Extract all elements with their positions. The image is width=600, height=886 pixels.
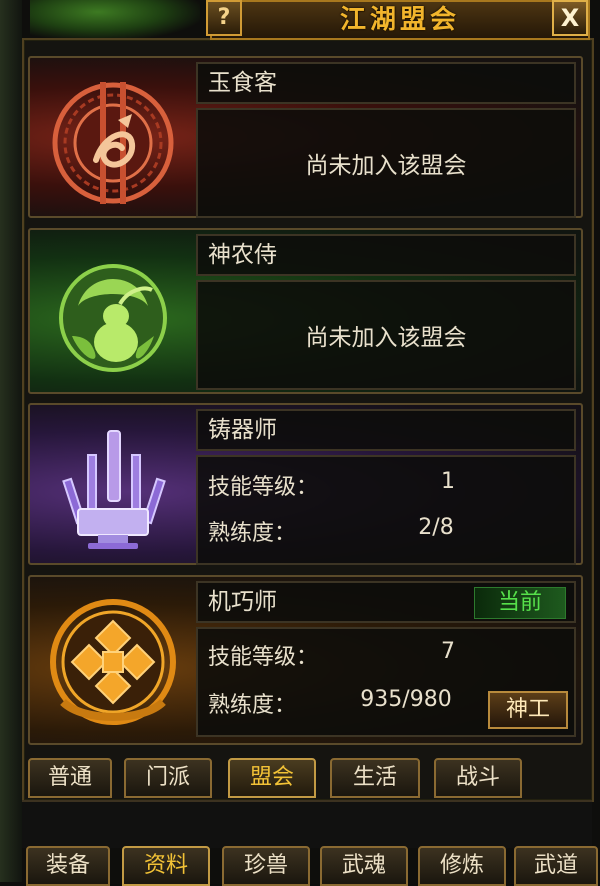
proficiency-label: 熟练度： <box>208 693 297 718</box>
tab-zhandou[interactable]: 战斗 <box>434 758 522 798</box>
guild-name-box: 机巧师 当前 <box>196 581 576 623</box>
tab-ziliao[interactable]: 资料 <box>122 846 210 886</box>
guild-card-zhuqishi[interactable]: 铸器师 技能等级： 1 熟练度： 2/8 <box>28 403 583 565</box>
guild-card-yushike[interactable]: 玉食客 尚未加入该盟会 <box>28 56 583 218</box>
current-guild-badge: 当前 <box>474 587 566 619</box>
guild-card-shennongshi[interactable]: 神农侍 尚未加入该盟会 <box>28 228 583 394</box>
tab-menghui[interactable]: 盟会 <box>228 758 316 798</box>
background-left-panel <box>0 0 22 882</box>
guild-info-box: 技能等级： 1 熟练度： 2/8 <box>196 455 576 565</box>
forge-weapons-emblem-icon <box>34 411 192 569</box>
guild-info-box: 技能等级： 7 熟练度： 935/980 神工 <box>196 627 576 737</box>
proficiency-value: 935/980 <box>360 687 452 712</box>
guild-name: 机巧师 <box>208 589 277 615</box>
skill-level-value: 7 <box>441 639 455 664</box>
guild-name-box: 神农侍 <box>196 234 576 276</box>
window-title: 江湖盟会 <box>339 5 460 35</box>
tab-strip-separator <box>22 800 592 848</box>
not-joined-text: 尚未加入该盟会 <box>305 325 467 351</box>
mechanism-gear-emblem-icon <box>34 583 192 741</box>
proficiency-label: 熟练度： <box>208 521 297 546</box>
skill-level-label: 技能等级： <box>208 645 319 670</box>
tab-zhenshou[interactable]: 珍兽 <box>222 846 310 886</box>
guild-name: 玉食客 <box>208 70 277 96</box>
tab-wuhun[interactable]: 武魂 <box>320 846 408 886</box>
tab-shenghuo[interactable]: 生活 <box>330 758 420 798</box>
guild-card-jiqiaoshi[interactable]: 机巧师 当前 技能等级： 7 熟练度： 935/980 神工 <box>28 575 583 745</box>
jade-fish-emblem-icon <box>34 64 192 222</box>
herb-gourd-emblem-icon <box>34 236 192 394</box>
guild-name-box: 铸器师 <box>196 409 576 451</box>
guild-name: 铸器师 <box>208 417 277 443</box>
not-joined-text: 尚未加入该盟会 <box>305 153 467 179</box>
guild-name-box: 玉食客 <box>196 62 576 104</box>
guild-name: 神农侍 <box>208 242 277 268</box>
guild-info-box: 尚未加入该盟会 <box>196 280 576 390</box>
background-leaf-decoration <box>30 0 200 40</box>
close-button[interactable]: X <box>552 0 588 36</box>
tab-zhuangbei[interactable]: 装备 <box>26 846 110 886</box>
skill-level-value: 1 <box>441 469 455 494</box>
proficiency-value: 2/8 <box>418 515 454 540</box>
help-button[interactable]: ? <box>206 0 242 36</box>
skill-level-label: 技能等级： <box>208 475 319 500</box>
tab-putong[interactable]: 普通 <box>28 758 112 798</box>
tab-menpai[interactable]: 门派 <box>124 758 212 798</box>
shengong-button[interactable]: 神工 <box>488 691 568 729</box>
guild-info-box: 尚未加入该盟会 <box>196 108 576 218</box>
tab-xiulian[interactable]: 修炼 <box>418 846 506 886</box>
tab-wudao[interactable]: 武道 <box>514 846 598 886</box>
